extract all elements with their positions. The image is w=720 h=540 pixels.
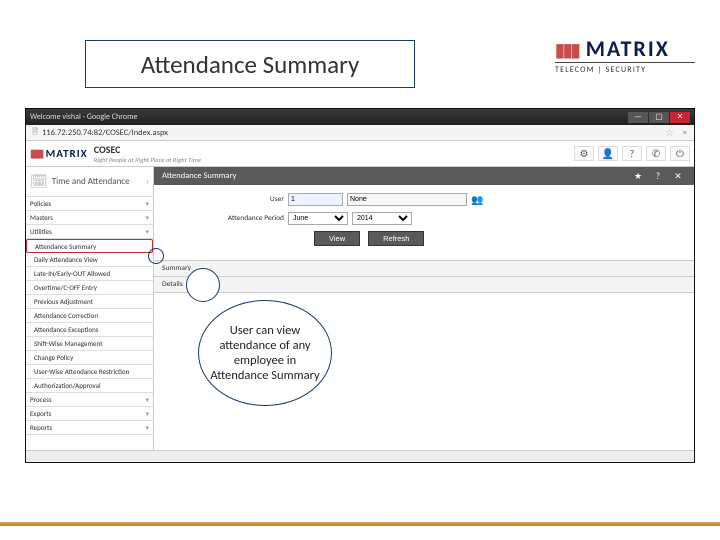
tab-details[interactable]: Details <box>154 277 694 293</box>
window-close-button[interactable]: ✕ <box>670 112 690 123</box>
period-label: Attendance Period <box>194 214 284 223</box>
callout-text: User can view attendance of any employee… <box>209 323 321 383</box>
sidebar-item-13[interactable]: Authorization/Approval <box>26 379 153 393</box>
header-power-icon[interactable]: ⏻ <box>670 146 690 161</box>
sidebar-item-3[interactable]: Attendance Summary <box>26 239 153 253</box>
content-title-text: Attendance Summary <box>162 171 236 181</box>
product-name: COSEC <box>94 143 201 156</box>
callout-bubble: User can view attendance of any employee… <box>198 300 332 406</box>
sidebar-heading[interactable]: 🗓 Time and Attendance ‹ <box>26 167 153 197</box>
logo-sub-text: TELECOM | SECURITY <box>555 65 695 75</box>
window-title-text: Welcome vishal - Google Chrome <box>30 112 137 122</box>
sidebar-item-5[interactable]: Late-IN/Early-OUT Allowed <box>26 267 153 281</box>
user-picker-icon[interactable]: 👥 <box>471 193 483 206</box>
bookmark-star-icon[interactable]: ☆ <box>665 126 674 139</box>
sidebar-item-9[interactable]: Attendance Exceptions <box>26 323 153 337</box>
sidebar-item-6[interactable]: Overtime/C-OFF Entry <box>26 281 153 295</box>
filter-form: User 👥 Attendance Period June 2014 View … <box>154 185 694 260</box>
app-logo: ▮▮▮ MATRIX <box>30 147 88 160</box>
calendar-icon: 🗓 <box>30 173 48 190</box>
header-settings-icon[interactable]: ⚙ <box>574 146 594 161</box>
help-icon[interactable]: ? <box>650 171 666 182</box>
year-select[interactable]: 2014 <box>352 212 412 225</box>
content-title-bar: Attendance Summary ★ ? ✕ <box>154 167 694 185</box>
sidebar-item-8[interactable]: Attendance Correction <box>26 309 153 323</box>
sidebar: 🗓 Time and Attendance ‹ Policies▾Masters… <box>26 167 154 450</box>
window-title-bar: Welcome vishal - Google Chrome — ▢ ✕ <box>26 109 694 125</box>
chevron-down-icon: ▾ <box>145 423 149 432</box>
header-phone-icon[interactable]: ✆ <box>646 146 666 161</box>
sidebar-item-11[interactable]: Change Policy <box>26 351 153 365</box>
header-help-icon[interactable]: ? <box>622 146 642 161</box>
user-id-input[interactable] <box>288 193 343 206</box>
app-header: ▮▮▮ MATRIX COSEC Right People at Right P… <box>26 141 694 167</box>
month-select[interactable]: June <box>288 212 348 225</box>
sidebar-item-2[interactable]: Utilities▾ <box>26 225 153 239</box>
sidebar-item-12[interactable]: User-Wise Attendance Restriction <box>26 365 153 379</box>
slide-title: Attendance Summary <box>141 49 360 80</box>
browser-window: Welcome vishal - Google Chrome — ▢ ✕ 🗎 1… <box>25 108 695 463</box>
refresh-button[interactable]: Refresh <box>368 231 424 246</box>
sidebar-head-label: Time and Attendance <box>52 176 130 187</box>
page-icon: 🗎 <box>30 126 40 140</box>
sidebar-item-1[interactable]: Masters▾ <box>26 211 153 225</box>
window-maximize-button[interactable]: ▢ <box>649 112 669 123</box>
window-minimize-button[interactable]: — <box>628 112 648 123</box>
address-text: 116.72.250.74:82/COSEC/Index.aspx <box>42 128 665 138</box>
address-bar[interactable]: 🗎 116.72.250.74:82/COSEC/Index.aspx ☆ ≡ <box>26 125 694 141</box>
sidebar-item-10[interactable]: Shift-Wise Management <box>26 337 153 351</box>
status-bar <box>26 450 694 462</box>
chevron-left-icon[interactable]: ‹ <box>146 176 149 187</box>
tab-summary[interactable]: Summary <box>154 260 694 277</box>
close-icon[interactable]: ✕ <box>670 171 686 182</box>
header-user-icon[interactable]: 👤 <box>598 146 618 161</box>
chevron-down-icon: ▾ <box>145 409 149 418</box>
chevron-down-icon: ▾ <box>145 213 149 222</box>
chevron-down-icon: ▾ <box>145 227 149 236</box>
chevron-down-icon: ▾ <box>145 199 149 208</box>
sidebar-item-16[interactable]: Reports▾ <box>26 421 153 435</box>
user-label: User <box>194 195 284 204</box>
sidebar-item-0[interactable]: Policies▾ <box>26 197 153 211</box>
sidebar-item-15[interactable]: Exports▾ <box>26 407 153 421</box>
sidebar-item-14[interactable]: Process▾ <box>26 393 153 407</box>
logo-brand-text: MATRIX <box>586 35 670 62</box>
view-button[interactable]: View <box>314 231 360 246</box>
callout-pointer-mid <box>186 268 220 302</box>
matrix-logo: ▮▮▮ MATRIX TELECOM | SECURITY <box>555 38 695 86</box>
favorite-icon[interactable]: ★ <box>630 171 646 182</box>
footer-strip <box>0 522 720 526</box>
sidebar-item-4[interactable]: Daily Attendance View <box>26 253 153 267</box>
callout-pointer-small <box>148 248 164 264</box>
slide-title-box: Attendance Summary <box>85 40 415 88</box>
sidebar-item-7[interactable]: Previous Adjustment <box>26 295 153 309</box>
chevron-down-icon: ▾ <box>145 395 149 404</box>
product-tagline: Right People at Right Place at Right Tim… <box>94 156 201 164</box>
menu-icon[interactable]: ≡ <box>680 128 690 138</box>
user-name-input[interactable] <box>347 193 467 206</box>
